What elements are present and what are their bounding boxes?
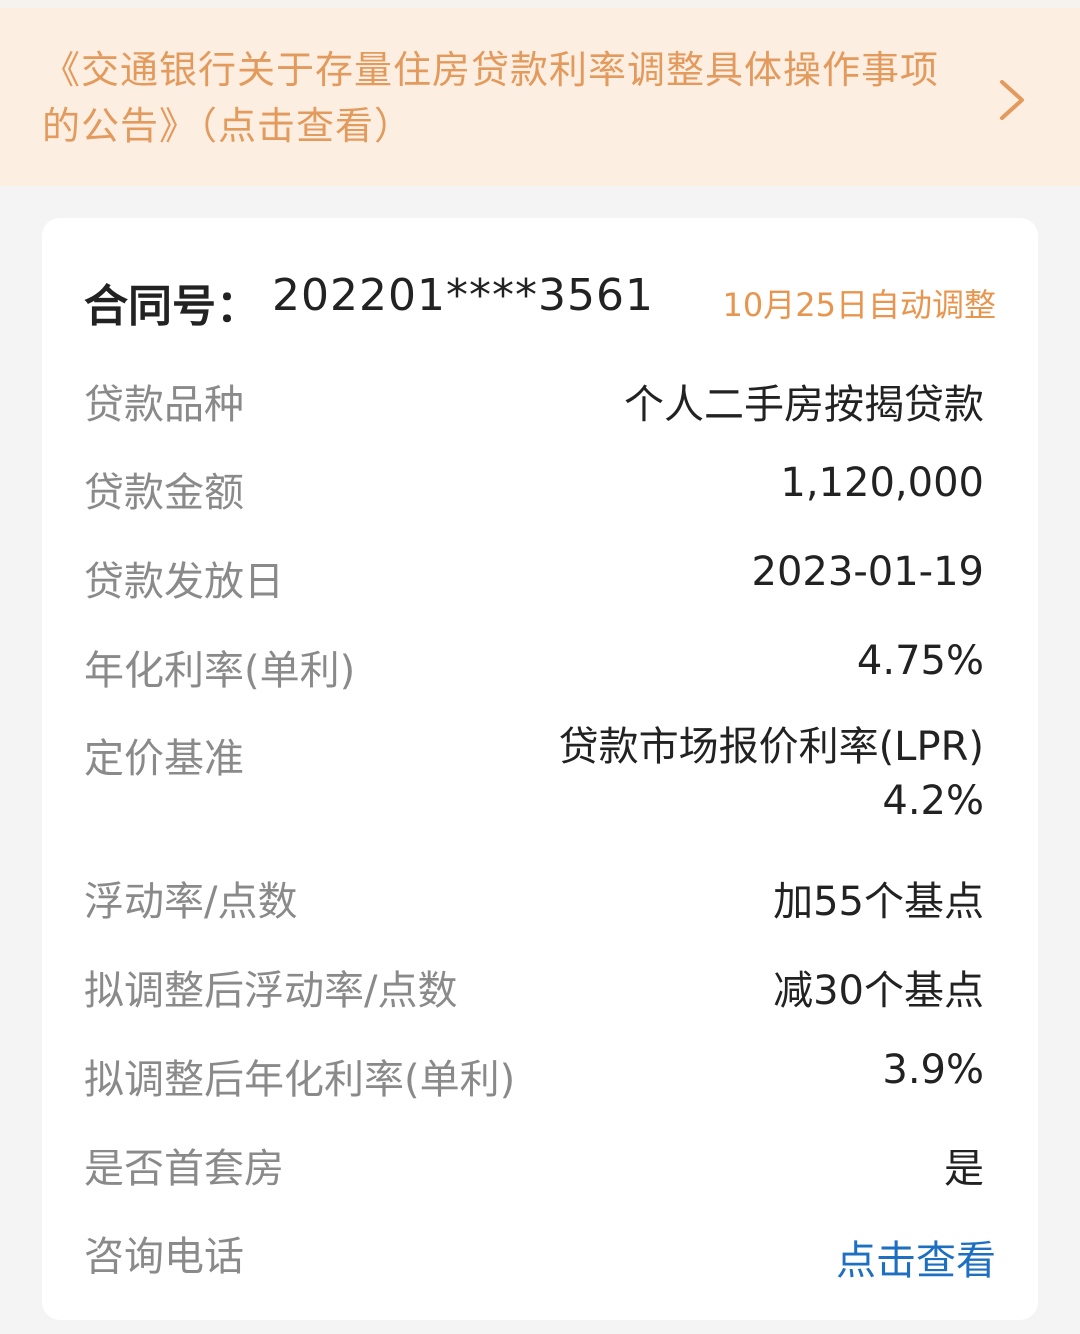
- adjusted-annual-rate-label: 拟调整后年化利率(单利): [84, 1057, 516, 1103]
- loan-date-label: 贷款发放日: [84, 559, 284, 605]
- consult-phone-label: 咨询电话: [84, 1234, 244, 1280]
- floating-rate-value: 加55个基点: [773, 879, 984, 925]
- notice-banner[interactable]: 《交通银行关于存量住房贷款利率调整具体操作事项 的公告》（点击查看）: [0, 8, 1080, 186]
- annual-rate-label: 年化利率(单利): [84, 648, 356, 694]
- contract-label: 合同号：: [84, 281, 260, 332]
- floating-rate-label: 浮动率/点数: [84, 879, 298, 925]
- chevron-right-icon[interactable]: [994, 76, 1030, 124]
- loan-amount-label: 贷款金额: [84, 470, 244, 516]
- pricing-benchmark-name: 贷款市场报价利率(LPR): [558, 724, 984, 770]
- adjusted-floating-rate-value: 减30个基点: [773, 968, 984, 1014]
- auto-adjust-badge: 10月25日自动调整: [722, 286, 996, 324]
- pricing-benchmark-label: 定价基准: [84, 736, 244, 782]
- loan-type-value: 个人二手房按揭贷款: [624, 382, 984, 428]
- annual-rate-value: 4.75%: [856, 638, 984, 684]
- pricing-benchmark-rate: 4.2%: [882, 778, 984, 824]
- first-home-label: 是否首套房: [84, 1146, 284, 1192]
- adjusted-floating-rate-label: 拟调整后浮动率/点数: [84, 968, 458, 1014]
- notice-line-1: 《交通银行关于存量住房贷款利率调整具体操作事项: [42, 48, 940, 92]
- loan-date-value: 2023-01-19: [751, 549, 984, 595]
- top-strip: [0, 0, 1080, 8]
- notice-text[interactable]: 《交通银行关于存量住房贷款利率调整具体操作事项 的公告》（点击查看）: [42, 42, 942, 154]
- pricing-benchmark-value: 贷款市场报价利率(LPR) 4.2%: [559, 720, 984, 828]
- loan-type-label: 贷款品种: [84, 382, 244, 428]
- adjusted-annual-rate-value: 3.9%: [882, 1047, 984, 1093]
- loan-detail-card: 合同号： 202201****3561 10月25日自动调整 贷款品种 个人二手…: [42, 218, 1038, 1320]
- consult-phone-link[interactable]: 点击查看: [836, 1228, 996, 1286]
- loan-amount-value: 1,120,000: [780, 460, 984, 506]
- contract-number: 202201****3561: [272, 270, 654, 321]
- notice-line-2: 的公告》（点击查看）: [42, 104, 414, 148]
- first-home-value: 是: [944, 1146, 984, 1192]
